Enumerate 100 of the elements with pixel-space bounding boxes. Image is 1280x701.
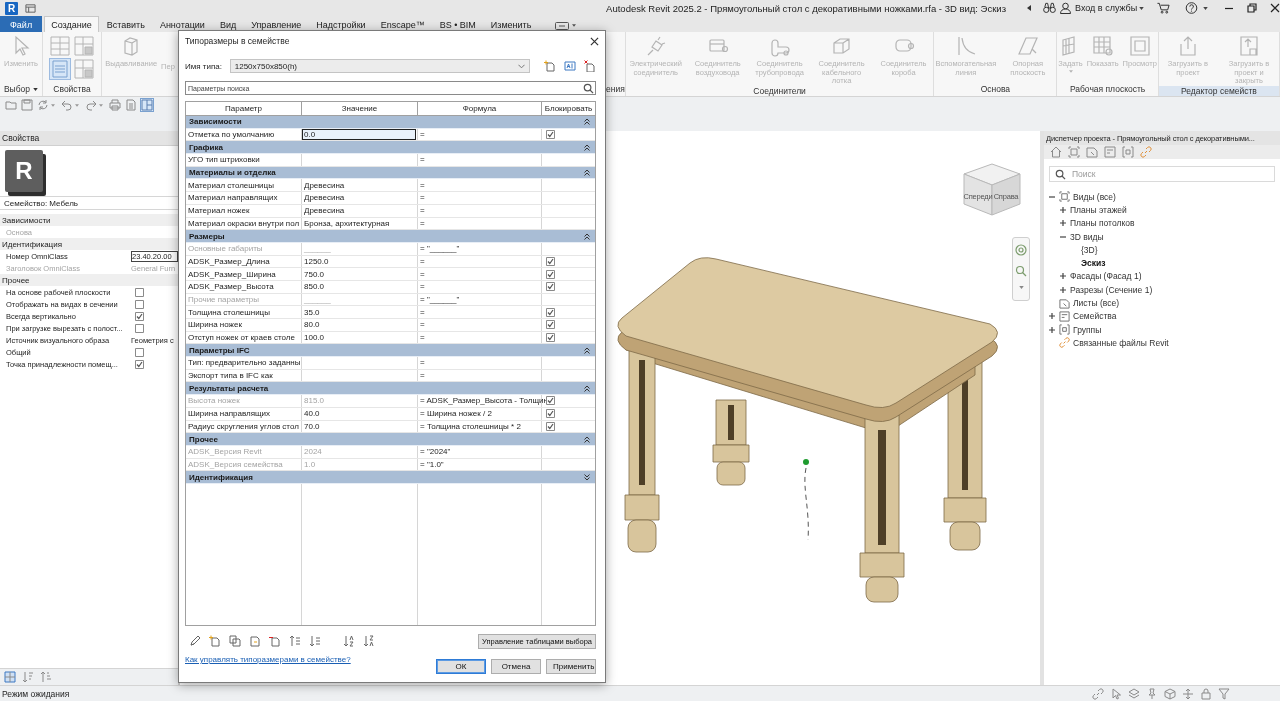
link-icon[interactable]	[1092, 687, 1104, 700]
parameter-value[interactable]: 100.0	[302, 331, 418, 344]
checkbox[interactable]	[135, 311, 144, 321]
sort-descending-icon[interactable]	[363, 635, 375, 647]
restore-icon[interactable]	[1247, 3, 1258, 13]
app-logo[interactable]: R	[5, 1, 18, 15]
parameter-value[interactable]: Древесина	[302, 179, 418, 192]
ribbon-tab[interactable]: Создание	[44, 16, 99, 32]
sync-icon[interactable]	[37, 99, 49, 111]
page-minus-icon[interactable]	[269, 635, 281, 647]
cart-icon[interactable]	[1157, 2, 1171, 14]
panes-icon[interactable]	[74, 59, 94, 79]
ring-icon[interactable]	[1015, 244, 1027, 256]
checkbox[interactable]	[135, 347, 144, 357]
page-icon[interactable]	[249, 635, 261, 647]
dialog-button[interactable]: Применить	[546, 659, 596, 674]
zoom-icon[interactable]	[1015, 265, 1027, 277]
ribbon-tab[interactable]: Вид	[212, 16, 244, 32]
column-header[interactable]: Значение	[302, 102, 418, 115]
parameter-value[interactable]: Древесина	[302, 204, 418, 217]
close-icon[interactable]	[1270, 3, 1280, 13]
group-header[interactable]: Идентификация	[186, 471, 595, 484]
plus-icon[interactable]	[1059, 285, 1067, 294]
tree-item[interactable]: Группы	[1073, 324, 1102, 335]
column-header[interactable]: Блокировать	[542, 102, 595, 115]
tree-item[interactable]: Разрезы (Сечение 1)	[1070, 284, 1153, 295]
tree-item[interactable]: Листы (все)	[1073, 298, 1119, 308]
group-header[interactable]: Идентификация	[0, 238, 178, 250]
column-header[interactable]: Параметр	[186, 102, 302, 115]
sort-ascending-icon[interactable]	[343, 635, 355, 647]
panel-label[interactable]: Выбор	[3, 84, 31, 94]
new-page-icon[interactable]	[544, 60, 556, 72]
tree-item[interactable]: 3D виды	[1070, 231, 1104, 242]
text-box-icon[interactable]	[564, 60, 576, 72]
folder-icon[interactable]	[5, 99, 17, 111]
checkbox[interactable]	[135, 323, 144, 333]
window-icon[interactable]	[25, 2, 36, 14]
view-cube[interactable]	[963, 163, 1021, 216]
parameter-value[interactable]: 1250.0	[302, 255, 418, 268]
ok-button[interactable]: ОК	[436, 659, 486, 674]
document-icon[interactable]	[125, 99, 137, 111]
binoculars-icon[interactable]	[1043, 2, 1056, 14]
bracket-icon[interactable]	[1122, 146, 1134, 158]
delete-page-icon[interactable]	[584, 60, 596, 72]
formula-cell[interactable]: =	[418, 369, 542, 382]
sort-icon[interactable]	[40, 671, 52, 683]
column-header[interactable]: Формула	[418, 102, 542, 115]
plus-icon[interactable]	[1048, 325, 1056, 334]
ribbon-tab[interactable]: BS • BIM	[432, 16, 483, 32]
group-header[interactable]: Зависимости	[186, 116, 595, 129]
checkbox[interactable]	[135, 359, 144, 369]
checkbox[interactable]	[546, 269, 555, 279]
lock-icon[interactable]	[1200, 687, 1212, 700]
new-page-icon[interactable]	[209, 635, 221, 647]
dialog-button[interactable]: Отмена	[491, 659, 541, 674]
formula-cell[interactable]: =	[418, 319, 542, 331]
type-dropdown[interactable]: 1250x750x850(h)	[229, 59, 530, 73]
ribbon-tab[interactable]: Изменить	[483, 16, 539, 32]
ribbon-tab[interactable]: Вставить	[99, 16, 152, 32]
checkbox[interactable]	[546, 130, 555, 140]
pointer-icon[interactable]	[1110, 687, 1122, 700]
help-icon[interactable]	[1185, 2, 1199, 14]
tree-item[interactable]: Виды (все)	[1073, 191, 1116, 202]
save-icon[interactable]	[21, 99, 33, 111]
group-header[interactable]: Зависимости	[0, 214, 178, 226]
checkbox[interactable]	[546, 307, 555, 317]
group-header[interactable]: Параметры IFC	[186, 344, 595, 358]
move-icon[interactable]	[1182, 687, 1194, 700]
parameter-value[interactable]: 750.0	[302, 268, 418, 280]
parameter-value[interactable]: Древесина	[302, 192, 418, 204]
point-marker-icon[interactable]	[803, 459, 809, 465]
checkbox[interactable]	[135, 299, 144, 309]
checkbox[interactable]	[546, 320, 555, 330]
group-header[interactable]: Прочее	[186, 433, 595, 446]
ribbon-tab[interactable]: Надстройки	[309, 16, 373, 32]
undo-icon[interactable]	[61, 99, 73, 111]
ribbon-tab[interactable]: Аннотации	[152, 16, 212, 32]
checkbox[interactable]	[546, 333, 555, 343]
formula-cell[interactable]: =	[418, 179, 542, 192]
print-icon[interactable]	[109, 99, 121, 111]
cube-icon[interactable]	[1164, 687, 1176, 700]
pencil-icon[interactable]	[189, 635, 201, 647]
checkbox[interactable]	[546, 256, 555, 266]
house-icon[interactable]	[1050, 146, 1062, 158]
group-header[interactable]: Прочее	[0, 274, 178, 286]
plus-icon[interactable]	[1059, 272, 1067, 281]
sheet-icon[interactable]	[1086, 146, 1098, 158]
tree-item[interactable]: Планы потолков	[1070, 218, 1135, 229]
pin-icon[interactable]	[1146, 687, 1158, 700]
checkbox[interactable]	[135, 287, 144, 297]
formula-cell[interactable]: =	[418, 217, 542, 230]
panel-toggle-icon[interactable]	[555, 22, 570, 30]
formula-cell[interactable]: =	[418, 128, 542, 141]
plus-icon[interactable]	[1048, 312, 1056, 321]
formula-cell[interactable]: =	[418, 268, 542, 280]
filter-icon[interactable]	[1218, 687, 1230, 700]
formula-cell[interactable]: =	[418, 255, 542, 268]
parameter-value[interactable]: 70.0	[302, 420, 418, 433]
sign-in-link[interactable]: Вход в службы	[1075, 3, 1138, 13]
window-split-icon[interactable]	[141, 99, 153, 111]
